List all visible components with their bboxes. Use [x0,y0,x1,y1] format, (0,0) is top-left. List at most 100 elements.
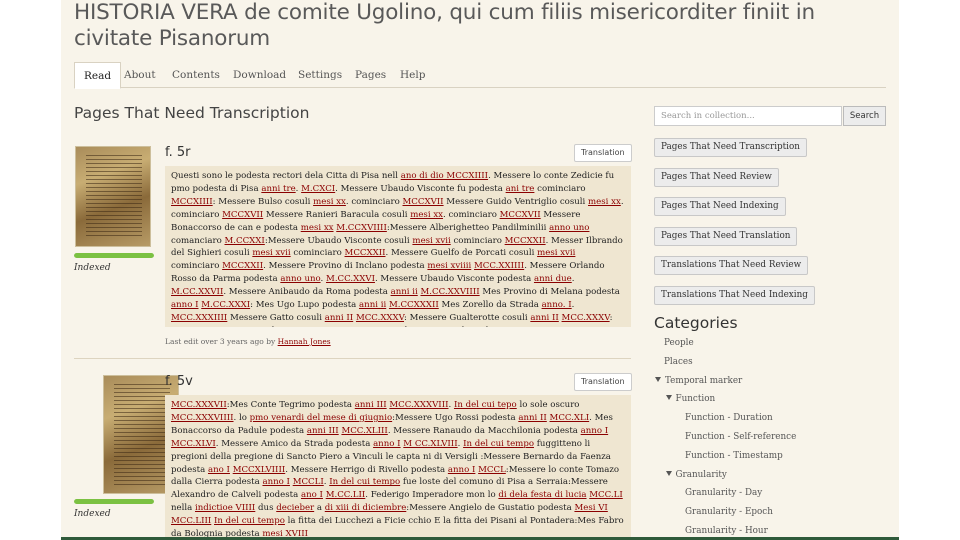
tag-link[interactable]: di xiii di diciembre [325,503,407,513]
tag-link[interactable]: In del cui tempo [463,439,534,449]
tag-link[interactable]: MCC.XLVI [171,439,216,449]
tag-link[interactable]: anno I [262,477,290,487]
category-item[interactable]: Granularity - Day [685,488,762,498]
tag-link[interactable]: anni II [530,313,558,323]
tag-link[interactable]: MCC.XXXVIIII [171,413,234,423]
expand-triangle-icon[interactable] [655,376,661,382]
tag-link[interactable]: anno uno [549,223,589,233]
tag-link[interactable]: M.CC.XXVII [171,287,223,297]
tag-link[interactable]: M CC.XLVIII [403,439,457,449]
tag-link[interactable]: anno I [373,439,401,449]
tag-link[interactable]: ano di dio MCCXIIII [401,171,488,181]
tag-link[interactable]: MCC.XXXVII [171,400,227,410]
tag-link[interactable]: anni due [534,274,572,284]
tag-link[interactable]: MCC.XLI [550,413,590,423]
page-title-link[interactable]: f. 5v [165,374,193,389]
category-item[interactable]: Temporal marker [655,376,742,386]
tag-link[interactable]: MCCXVII [500,210,541,220]
tag-link[interactable]: anni II [325,313,353,323]
category-item[interactable]: Function [665,394,715,404]
tag-link[interactable]: anni II [518,413,546,423]
tag-link[interactable]: In del cui tepo [454,400,517,410]
tag-link[interactable]: M.CCXXXII [389,300,439,310]
tag-link[interactable]: anni III [307,426,339,436]
btn-pages-need-translation[interactable]: Pages That Need Translation [654,227,798,246]
tag-link[interactable]: anno uno [280,274,320,284]
tag-link[interactable]: mesi xx [313,197,346,207]
tag-link[interactable]: MCCL [478,465,506,475]
tag-link[interactable]: M.CC.LII [326,490,366,500]
tag-link[interactable]: MCCXXII [345,248,386,258]
tag-link[interactable]: pmo venardi del mese di giugnio [250,413,393,423]
category-item[interactable]: Function - Duration [685,413,773,423]
btn-pages-need-transcription[interactable]: Pages That Need Transcription [654,138,807,157]
tag-link[interactable]: MCCXVII [403,197,444,207]
editor-link[interactable]: Hannah Jones [278,337,331,346]
tag-link[interactable]: MCCLI [293,477,324,487]
tag-link[interactable]: MCC.XXXV [356,313,404,323]
tab-about[interactable]: About [115,62,165,88]
tag-link[interactable]: anno I [171,300,199,310]
tag-link[interactable]: M.CC.XXVIIII [420,287,479,297]
search-input[interactable]: Search in collection... [654,106,842,126]
tag-link[interactable]: ano I [301,490,323,500]
tag-link[interactable]: mesi xviiii [427,261,471,271]
page-title-link[interactable]: f. 5r [165,145,191,160]
tag-link[interactable]: mesi xvii [252,248,290,258]
tab-download[interactable]: Download [224,62,295,88]
tag-link[interactable]: M.CCXXI [225,236,265,246]
btn-pages-need-indexing[interactable]: Pages That Need Indexing [654,197,786,216]
tag-link[interactable]: In del cui tempo [214,516,285,526]
category-item[interactable]: Granularity - Epoch [685,507,773,517]
tag-link[interactable]: MCC.LI [589,490,622,500]
btn-translations-need-indexing[interactable]: Translations That Need Indexing [654,286,815,305]
tab-contents[interactable]: Contents [163,62,229,88]
tag-link[interactable]: anni ii [359,300,386,310]
tag-link[interactable]: MCC.XXXVIII [389,400,448,410]
tag-link[interactable]: anno I [581,426,609,436]
translation-button[interactable]: Translation [574,144,632,162]
tag-link[interactable]: M.CC.XXVI [326,274,375,284]
tag-link[interactable]: MCCXVII [222,210,263,220]
tag-link[interactable]: ani tre [506,184,535,194]
tab-settings[interactable]: Settings [289,62,351,88]
tag-link[interactable]: ano I [208,465,230,475]
tag-link[interactable]: mesi xvii [537,248,575,258]
tag-link[interactable]: anni II [280,326,308,327]
expand-triangle-icon[interactable] [665,470,672,476]
tag-link[interactable]: MCC.XXIIII [474,261,524,271]
tag-link[interactable]: M.CXCI [301,184,335,194]
category-item[interactable]: Function - Timestamp [685,451,783,461]
btn-translations-need-review[interactable]: Translations That Need Review [654,256,809,275]
tag-link[interactable]: anno. I [542,300,572,310]
tag-link[interactable]: In del cui tempo [329,477,400,487]
tag-link[interactable]: indictioe VIIII [195,503,255,513]
btn-pages-need-review[interactable]: Pages That Need Review [654,168,779,187]
category-item[interactable]: Places [664,357,693,367]
tag-link[interactable]: Mesi VI [574,503,607,513]
translation-button[interactable]: Translation [574,373,632,391]
tag-link[interactable]: M.CC.XXXI [201,300,250,310]
tag-link[interactable]: mesi xvii [412,236,450,246]
category-item[interactable]: People [664,338,694,348]
category-item[interactable]: Granularity [665,470,727,480]
category-item[interactable]: Function - Self-reference [685,432,796,442]
tag-link[interactable]: MCC.XLIII [341,426,387,436]
tag-link[interactable]: MCCXXII [222,261,263,271]
page-thumbnail[interactable] [75,146,151,247]
tag-link[interactable]: anno I [509,326,537,327]
tag-link[interactable]: MCC.XXXV [311,326,359,327]
category-item[interactable]: Granularity - Hour [685,526,768,536]
tag-link[interactable]: anni tre [261,184,295,194]
tag-link[interactable]: MCCXXII [505,236,546,246]
tag-link[interactable]: decieber [276,503,314,513]
expand-triangle-icon[interactable] [665,395,672,401]
tag-link[interactable]: mesi xx [588,197,621,207]
tag-link[interactable]: MCC.XXXV [562,313,610,323]
tag-link[interactable]: anni ii [391,287,418,297]
tag-link[interactable]: MCC.XXXIIII [171,313,227,323]
tag-link[interactable]: MCCXIIII [171,197,213,207]
tab-help[interactable]: Help [391,62,434,88]
tag-link[interactable]: MCC.LIII [171,516,211,526]
tag-link[interactable]: MCCXLVIIII [233,465,286,475]
